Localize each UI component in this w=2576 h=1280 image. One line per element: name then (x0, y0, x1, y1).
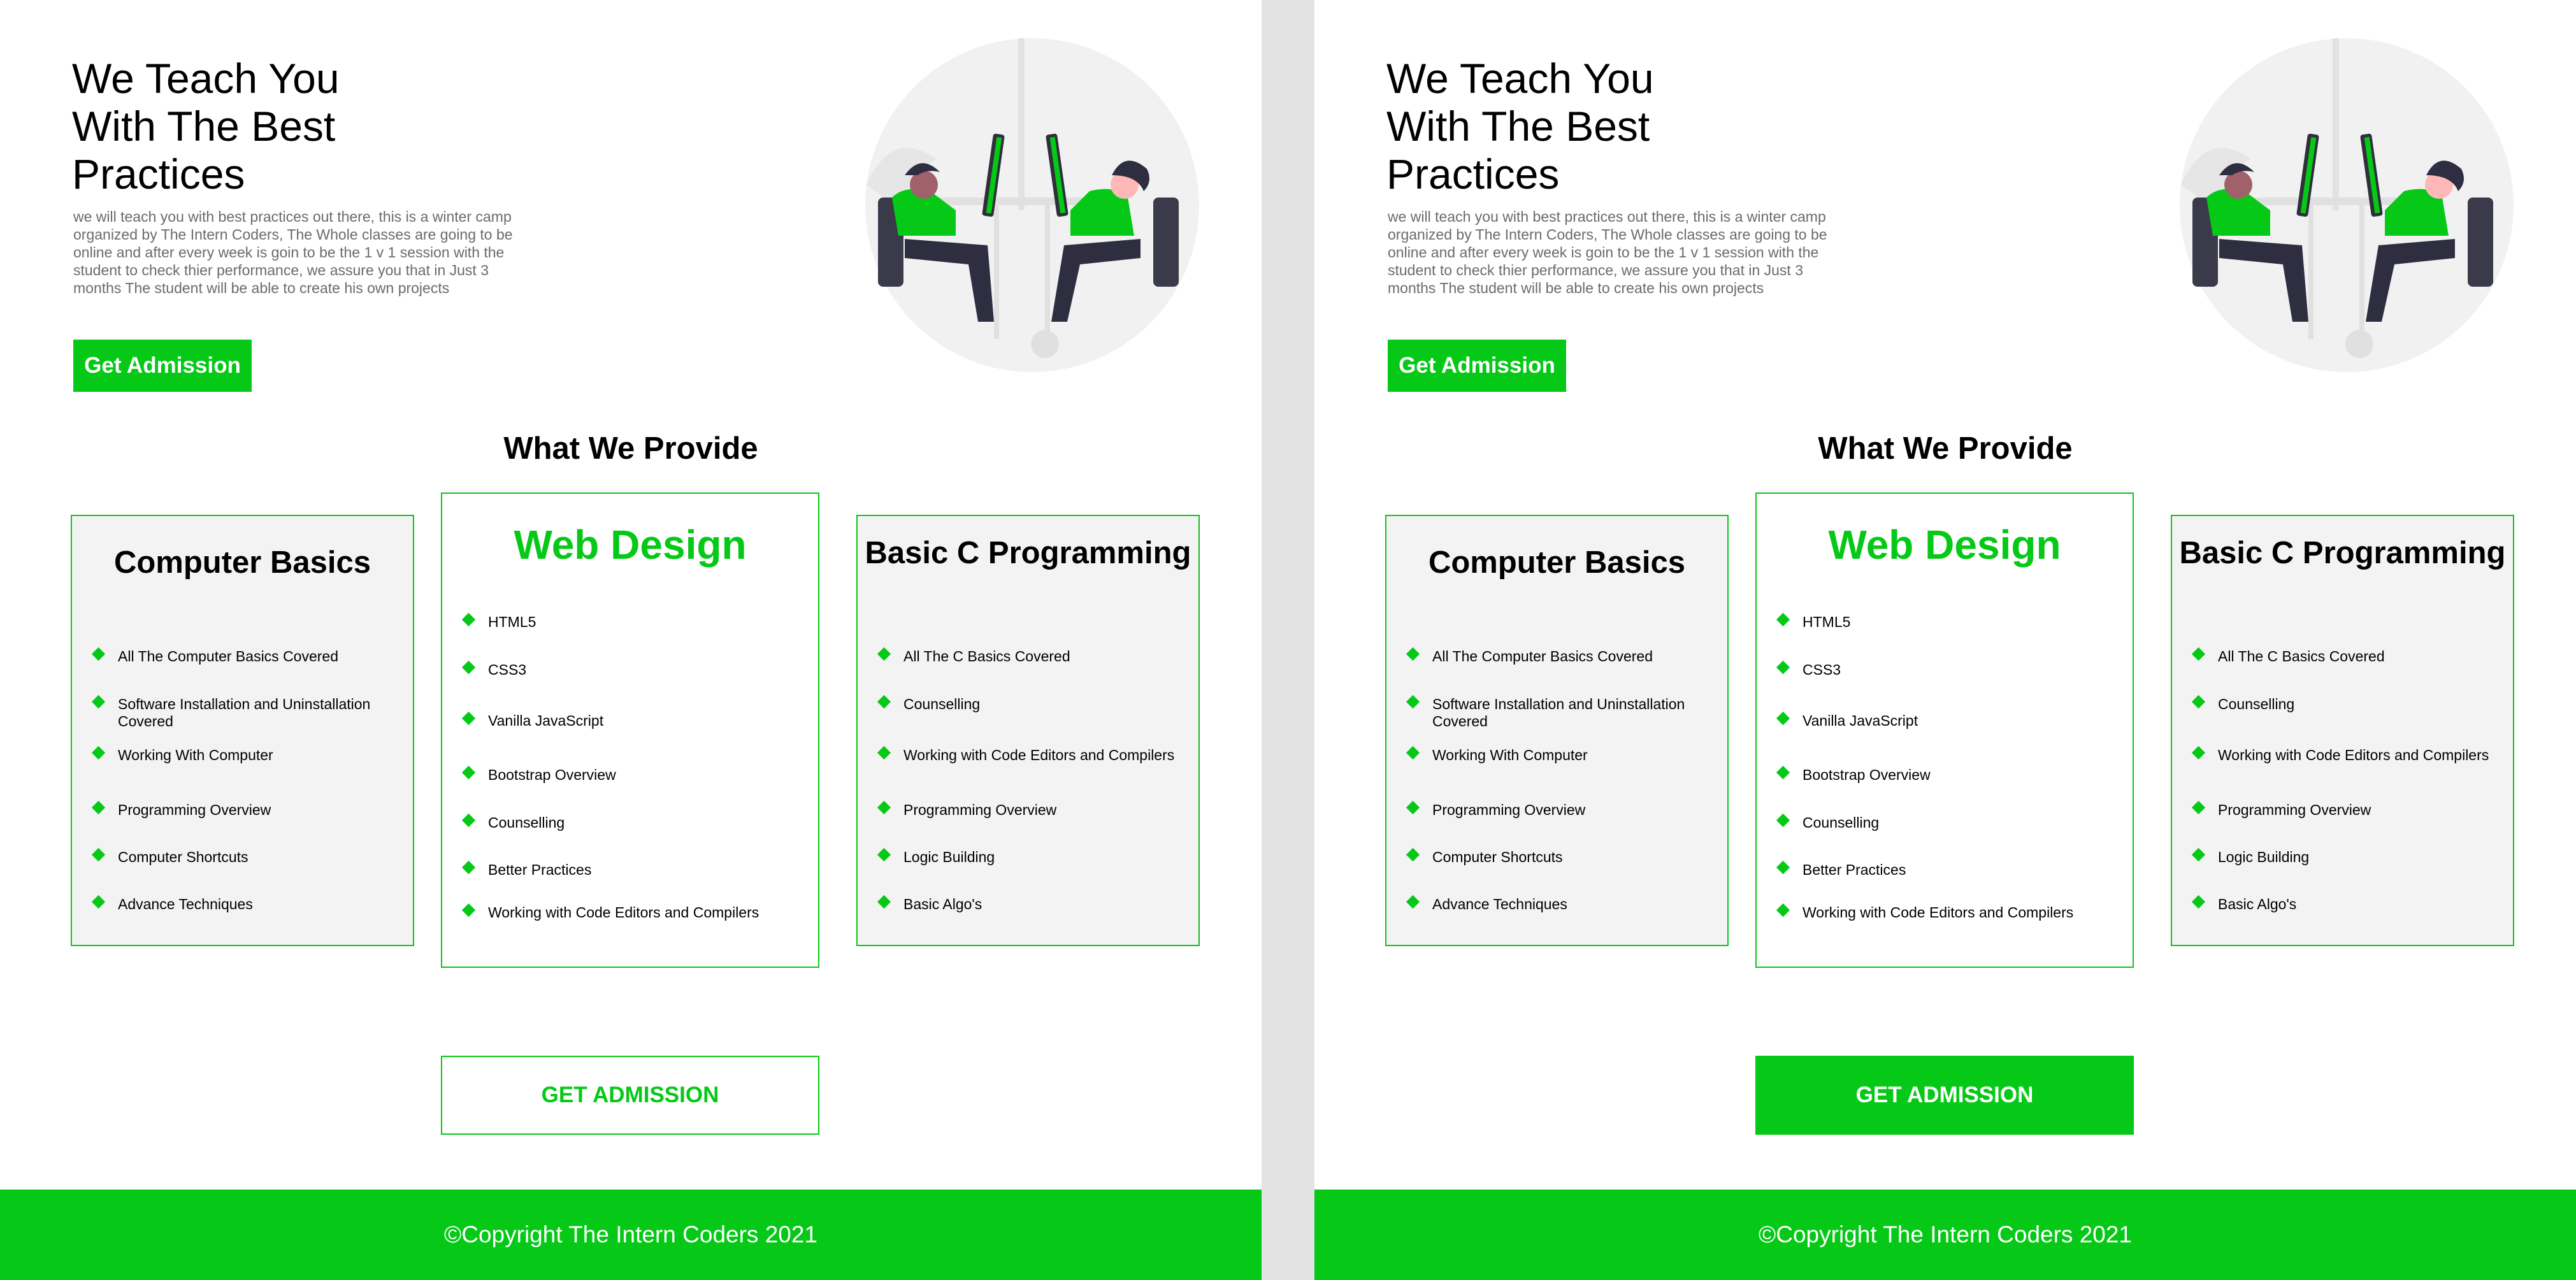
hero-title: We Teach You With The Best Practices (1386, 55, 1743, 198)
hero-description: we will teach you with best practices ou… (1388, 208, 1827, 296)
card-list-item: Bootstrap Overview (1802, 766, 2126, 784)
card-list-item: Counselling (2218, 696, 2507, 713)
card-list-item: HTML5 (1802, 614, 2126, 631)
card-list-item: Advance Techniques (1432, 896, 1721, 913)
get-admission-button[interactable]: Get Admission (1388, 340, 1566, 392)
card-list-item: Software Installation and Uninstallation… (118, 696, 407, 730)
hero-title-line: With The Best (1386, 103, 1650, 150)
card-list-item: All The Computer Basics Covered (118, 648, 407, 665)
card-list-item: Better Practices (1802, 861, 2126, 879)
comparison-view: We Teach You With The Best Practices we … (0, 0, 2576, 1280)
card-title: Web Design (514, 522, 747, 568)
card-list-item: Vanilla JavaScript (1802, 712, 2126, 730)
card-list-item: Basic Algo's (2218, 896, 2507, 913)
get-admission-filled-button[interactable]: GET ADMISSION (1755, 1056, 2134, 1135)
card-list-item: Programming Overview (2218, 802, 2507, 819)
course-card-basic-c-programming: Basic C Programming All The C Basics Cov… (856, 515, 1200, 946)
page-panel-default: We Teach You With The Best Practices we … (0, 0, 1262, 1280)
card-list-item: Advance Techniques (118, 896, 407, 913)
card-list-item: Software Installation and Uninstallation… (1432, 696, 1721, 730)
card-list-item: Counselling (903, 696, 1192, 713)
card-title: Computer Basics (1428, 545, 1685, 580)
page-panel-hover: We Teach You With The Best Practices we … (1314, 0, 2576, 1280)
course-card-basic-c-programming: Basic C Programming All The C Basics Cov… (2171, 515, 2514, 946)
card-list-item: All The C Basics Covered (2218, 648, 2507, 665)
card-list-item: Counselling (488, 814, 812, 831)
card-list-item: CSS3 (488, 661, 812, 679)
card-list-item: Computer Shortcuts (1432, 849, 1721, 866)
card-list-item: Vanilla JavaScript (488, 712, 812, 730)
card-list-item: CSS3 (1802, 661, 2126, 679)
card-list-item: Working with Code Editors and Compilers (2218, 747, 2507, 764)
card-list-item: Working With Computer (118, 747, 407, 764)
hero-description: we will teach you with best practices ou… (73, 208, 513, 296)
card-list-item: Bootstrap Overview (488, 766, 812, 784)
hero-title: We Teach You With The Best Practices (72, 55, 429, 198)
card-list-item: Programming Overview (118, 802, 407, 819)
card-list-item: Working with Code Editors and Compilers (488, 904, 812, 921)
section-title: What We Provide (1818, 431, 2073, 466)
card-title: Web Design (1828, 522, 2061, 568)
card-title: Basic C Programming (2179, 536, 2506, 570)
get-admission-button[interactable]: Get Admission (73, 340, 252, 392)
card-list-item: Working with Code Editors and Compilers (1802, 904, 2126, 921)
card-title: Computer Basics (113, 545, 371, 580)
card-list-item: Logic Building (903, 849, 1192, 866)
hero-title-line: Practices (1386, 150, 1560, 198)
card-list-item: Basic Algo's (903, 896, 1192, 913)
students-coding-illustration (865, 38, 1199, 372)
card-list-item: HTML5 (488, 614, 812, 631)
footer-copyright: ©Copyright The Intern Coders 2021 (1314, 1190, 2576, 1280)
card-list-item: Logic Building (2218, 849, 2507, 866)
card-list-item: Computer Shortcuts (118, 849, 407, 866)
students-coding-illustration (2180, 38, 2514, 372)
card-list-item: Working with Code Editors and Compilers (903, 747, 1192, 764)
card-list-item: Programming Overview (1432, 802, 1721, 819)
card-list-item: All The Computer Basics Covered (1432, 648, 1721, 665)
course-card-web-design: Web Design HTML5 CSS3 Vanilla JavaScript… (441, 493, 819, 968)
card-list-item: Working With Computer (1432, 747, 1721, 764)
card-list-item: Better Practices (488, 861, 812, 879)
get-admission-outline-button[interactable]: GET ADMISSION (441, 1056, 819, 1135)
section-title: What We Provide (503, 431, 758, 466)
hero-title-line: With The Best (72, 103, 336, 150)
card-list-item: All The C Basics Covered (903, 648, 1192, 665)
card-title: Basic C Programming (865, 536, 1191, 570)
hero-title-line: Practices (72, 150, 245, 198)
footer-copyright: ©Copyright The Intern Coders 2021 (0, 1190, 1262, 1280)
course-card-computer-basics: Computer Basics All The Computer Basics … (71, 515, 414, 946)
hero-title-line: We Teach You (1386, 55, 1654, 102)
card-list-item: Programming Overview (903, 802, 1192, 819)
hero-title-line: We Teach You (72, 55, 340, 102)
card-list-item: Counselling (1802, 814, 2126, 831)
course-card-web-design: Web Design HTML5 CSS3 Vanilla JavaScript… (1755, 493, 2134, 968)
course-card-computer-basics: Computer Basics All The Computer Basics … (1385, 515, 1729, 946)
